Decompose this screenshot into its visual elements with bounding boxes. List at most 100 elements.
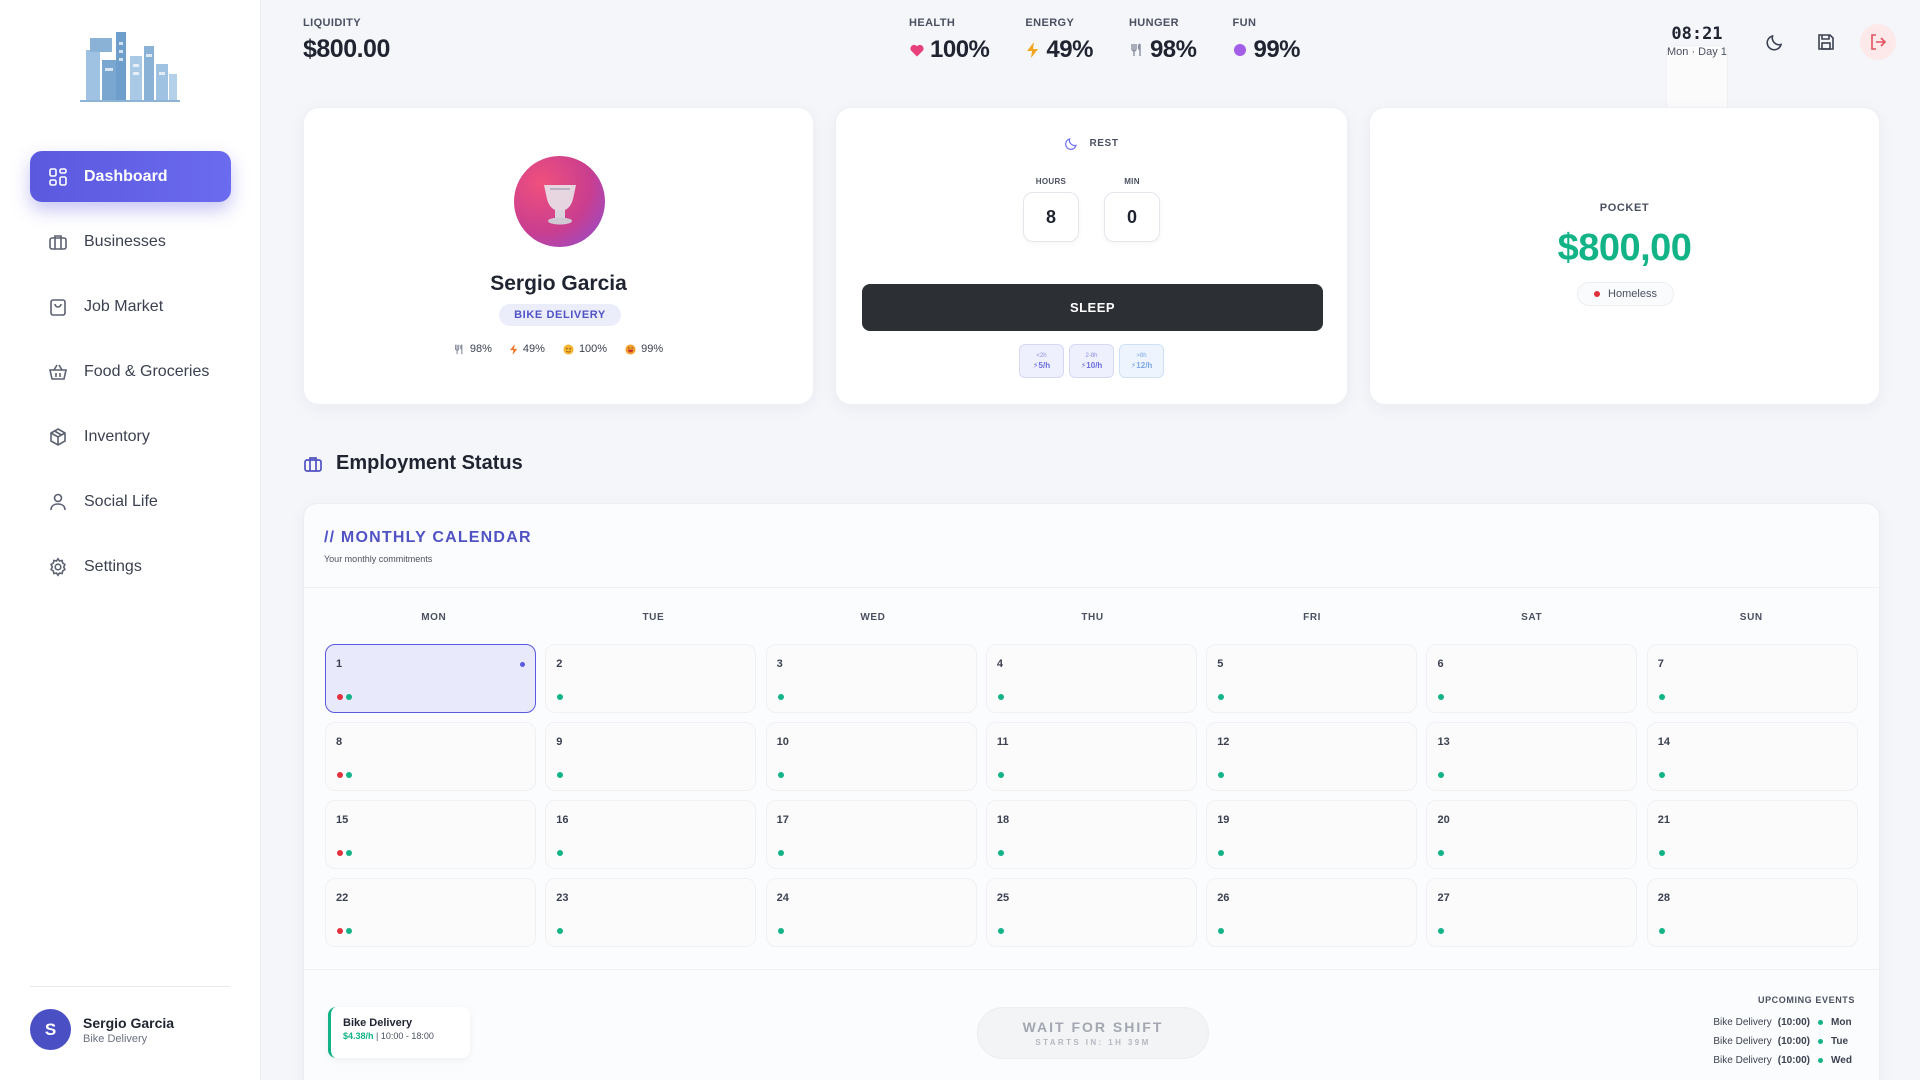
upcoming-event[interactable]: Bike Delivery (10:00) Mon xyxy=(1713,1013,1855,1032)
liquidity-stat: LIQUIDITY $800.00 xyxy=(303,17,390,64)
sidebar-item-businesses[interactable]: Businesses xyxy=(30,216,231,267)
monthly-calendar: // MONTHLY CALENDAR Your monthly commitm… xyxy=(303,503,1880,1080)
sidebar-divider xyxy=(30,986,230,987)
calendar-day[interactable]: 7 xyxy=(1646,644,1858,713)
energy-rate-chips: <2h ⚡5/h 2-8h ⚡10/h >8h ⚡12/h xyxy=(1019,344,1169,378)
calendar-day-number: 24 xyxy=(776,892,789,904)
calendar-day[interactable]: 9 xyxy=(545,722,757,791)
hours-input[interactable]: 8 xyxy=(1023,192,1079,242)
save-button[interactable] xyxy=(1808,24,1844,60)
calendar-day[interactable]: 27 xyxy=(1426,878,1638,947)
calendar-day[interactable]: 23 xyxy=(545,878,757,947)
current-shift-card[interactable]: Bike Delivery $4.38/h | 10:00 - 18:00 xyxy=(328,1007,470,1058)
minutes-input[interactable]: 0 xyxy=(1104,192,1160,242)
calendar-day[interactable]: 28 xyxy=(1646,878,1858,947)
calendar-day[interactable]: 2 xyxy=(545,644,757,713)
sidebar-item-label: Businesses xyxy=(84,232,166,250)
wait-countdown: STARTS IN: 1H 39M xyxy=(1035,1038,1151,1047)
fun-value: 99% xyxy=(1253,36,1301,63)
user-icon xyxy=(48,492,68,512)
city-logo-icon[interactable] xyxy=(80,28,180,104)
calendar-day[interactable]: 4 xyxy=(985,644,1197,713)
calendar-day[interactable]: 10 xyxy=(765,722,977,791)
sidebar-item-job-market[interactable]: Job Market xyxy=(30,281,231,332)
calendar-day-number: 28 xyxy=(1657,892,1671,904)
green-event-dot-icon xyxy=(557,772,564,778)
employment-title: Employment Status xyxy=(336,452,523,474)
green-event-dot-icon xyxy=(346,850,352,856)
calendar-day[interactable]: 1 xyxy=(325,644,536,713)
calendar-day[interactable]: 8 xyxy=(325,722,536,791)
sidebar-item-social-life[interactable]: Social Life xyxy=(30,476,231,527)
green-event-dot-icon xyxy=(1218,772,1225,778)
calendar-day[interactable]: 3 xyxy=(765,644,977,713)
green-event-dot-icon xyxy=(997,694,1004,700)
calendar-day-number: 13 xyxy=(1437,736,1450,748)
calendar-day-events xyxy=(1658,772,1668,778)
sidebar-item-inventory[interactable]: Inventory xyxy=(30,411,231,462)
calendar-day[interactable]: 21 xyxy=(1646,800,1858,869)
calendar-day-number: 4 xyxy=(996,658,1004,670)
sidebar-item-settings[interactable]: Settings xyxy=(30,541,231,592)
health-stat: HEALTH 100% xyxy=(909,17,990,64)
shopping-bag-icon xyxy=(48,297,68,317)
calendar-day[interactable]: 5 xyxy=(1206,644,1418,713)
event-time: (10:00) xyxy=(1777,1036,1810,1047)
calendar-day[interactable]: 19 xyxy=(1206,800,1418,869)
upcoming-event[interactable]: Bike Delivery (10:00) Wed xyxy=(1713,1051,1855,1070)
calendar-day-number: 1 xyxy=(336,658,343,670)
mini-stat-value: 99% xyxy=(641,343,664,355)
sleep-button[interactable]: SLEEP xyxy=(862,284,1323,331)
calendar-day[interactable]: 24 xyxy=(765,878,977,947)
event-name: Bike Delivery xyxy=(1713,1036,1772,1047)
smile-icon xyxy=(563,343,574,355)
green-event-dot-icon xyxy=(1658,694,1665,700)
sidebar-item-food-groceries[interactable]: Food & Groceries xyxy=(30,346,231,397)
wait-for-shift-button[interactable]: WAIT FOR SHIFT STARTS IN: 1H 39M xyxy=(977,1007,1209,1059)
sidebar-item-dashboard[interactable]: Dashboard xyxy=(30,151,231,202)
rate-chip-range: >8h xyxy=(1136,352,1147,359)
topbar: LIQUIDITY $800.00 HEALTH 100% ENERGY 49%… xyxy=(261,0,1920,114)
calendar-day[interactable]: 20 xyxy=(1426,800,1638,869)
calendar-day-events xyxy=(997,694,1007,700)
profile-avatar[interactable] xyxy=(514,156,605,247)
calendar-day[interactable]: 15 xyxy=(325,800,536,869)
basket-icon xyxy=(48,362,68,382)
briefcase-icon xyxy=(48,232,68,252)
calendar-footer-divider xyxy=(304,969,1879,970)
sidebar-user-card[interactable]: S Sergio Garcia Bike Delivery xyxy=(30,1009,174,1050)
rate-chip[interactable]: 2-8h ⚡10/h xyxy=(1069,344,1114,378)
calendar-day[interactable]: 17 xyxy=(765,800,977,869)
calendar-day[interactable]: 12 xyxy=(1206,722,1418,791)
energy-value: 49% xyxy=(1046,36,1093,63)
sidebar: Dashboard Businesses Job Market Food & G… xyxy=(0,0,261,1080)
calendar-day[interactable]: 22 xyxy=(325,878,536,947)
box-icon xyxy=(48,427,68,447)
calendar-day[interactable]: 6 xyxy=(1426,644,1638,713)
green-event-dot-icon xyxy=(557,850,564,856)
event-dot-icon xyxy=(1818,1058,1823,1063)
calendar-day[interactable]: 18 xyxy=(985,800,1197,869)
calendar-day[interactable]: 26 xyxy=(1206,878,1418,947)
rate-chip[interactable]: <2h ⚡5/h xyxy=(1019,344,1064,378)
calendar-day[interactable]: 13 xyxy=(1426,722,1638,791)
calendar-day[interactable]: 25 xyxy=(985,878,1197,947)
happy-face-icon xyxy=(625,343,636,355)
logout-icon xyxy=(1868,32,1888,52)
calendar-day[interactable]: 16 xyxy=(545,800,757,869)
calendar-day[interactable]: 14 xyxy=(1646,722,1858,791)
calendar-day-number: 2 xyxy=(556,658,563,670)
job-badge: BIKE DELIVERY xyxy=(499,304,621,326)
moon-icon xyxy=(1064,136,1079,151)
logout-button[interactable] xyxy=(1860,24,1896,60)
rate-chip[interactable]: >8h ⚡12/h xyxy=(1119,344,1164,378)
theme-toggle-button[interactable] xyxy=(1757,24,1793,60)
weekday-label: TUE xyxy=(642,612,665,623)
calendar-day[interactable]: 11 xyxy=(985,722,1197,791)
upcoming-event[interactable]: Bike Delivery (10:00) Tue xyxy=(1713,1032,1855,1051)
calendar-day-events xyxy=(997,772,1007,778)
today-indicator-icon xyxy=(520,662,525,667)
calendar-divider xyxy=(304,587,1879,588)
green-event-dot-icon xyxy=(1438,850,1445,856)
rest-card: REST HOURS 8 MIN 0 SLEEP <2h ⚡5/h 2-8h ⚡… xyxy=(835,107,1348,405)
